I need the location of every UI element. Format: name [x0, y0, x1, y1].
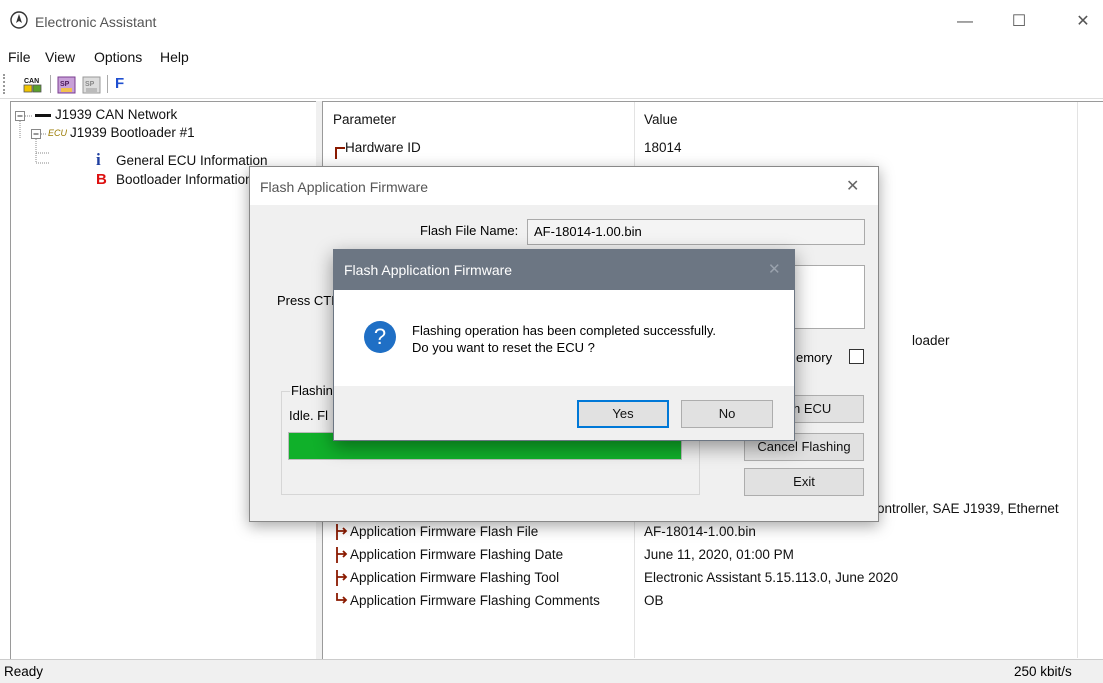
tree-branch-icon — [336, 524, 348, 540]
flash-file-label: Flash File Name: — [420, 223, 519, 238]
toolbar-separator — [50, 75, 51, 93]
toolbar — [0, 70, 1103, 99]
row-param: Application Firmware Flashing Date — [350, 547, 564, 562]
flash-dialog-close[interactable]: ✕ — [846, 176, 859, 196]
maximize-button[interactable]: ☐ — [996, 8, 1042, 36]
row-value: AF-18014-1.00.bin — [644, 524, 756, 539]
window-title: Electronic Assistant — [35, 14, 157, 30]
tree-network[interactable]: J1939 CAN Network — [55, 107, 177, 122]
flash-file-field[interactable]: AF-18014-1.00.bin — [527, 219, 865, 245]
tree-general-info[interactable]: General ECU Information — [116, 153, 268, 168]
message-line-1: Flashing operation has been completed su… — [412, 323, 716, 338]
svg-text:CAN: CAN — [24, 78, 39, 85]
exit-button[interactable]: Exit — [744, 468, 864, 496]
toolbar-grip — [3, 74, 8, 94]
bootloader-icon: B — [96, 171, 107, 188]
message-line-2: Do you want to reset the ECU ? — [412, 340, 595, 355]
tree-branch-icon — [336, 593, 348, 604]
flashing-status-group-label: Flashin — [290, 383, 334, 398]
column-header-value[interactable]: Value — [644, 112, 678, 127]
message-box-title: Flash Application Firmware — [344, 262, 513, 278]
menu-view[interactable]: View — [45, 49, 75, 65]
status-bar — [0, 659, 1103, 683]
row-param: Hardware ID — [345, 140, 421, 155]
flash-dialog-title: Flash Application Firmware — [260, 179, 429, 195]
status-text: Ready — [4, 664, 44, 679]
menu-help[interactable]: Help — [160, 49, 189, 65]
flash-ecu-label: h ECU — [793, 401, 832, 416]
menu-file[interactable]: File — [8, 49, 31, 65]
row-param: Application Firmware Flashing Tool — [350, 570, 560, 585]
baud-rate: 250 kbit/s — [1014, 664, 1072, 679]
info-icon: i — [96, 150, 101, 169]
can-network-icon[interactable]: CAN — [21, 74, 45, 96]
tree-bootloader-info[interactable]: Bootloader Information — [116, 172, 253, 187]
flashing-status-text: Idle. Fl — [289, 408, 329, 423]
tree-branch-icon — [336, 547, 348, 563]
row-value: OB — [644, 593, 664, 608]
message-box-close[interactable]: ✕ — [768, 260, 781, 278]
flash-toolbar-button[interactable]: F — [115, 75, 124, 92]
row-value: ontroller, SAE J1939, Ethernet — [877, 501, 1059, 516]
svg-text:SP: SP — [85, 81, 95, 88]
sp-load-icon[interactable]: SP — [55, 74, 79, 96]
row-param: Application Firmware Flashing Comments — [350, 593, 600, 608]
svg-text:SP: SP — [60, 81, 70, 88]
yes-button[interactable]: Yes — [577, 400, 669, 428]
sp-save-icon[interactable]: SP — [80, 74, 104, 96]
reset-ecu-message-box: Flash Application Firmware ✕ ? Flashing … — [333, 249, 795, 441]
close-button[interactable]: ✕ — [1060, 8, 1103, 36]
question-icon: ? — [364, 321, 396, 353]
tree-branch-icon — [336, 570, 348, 586]
press-ctrl-text: Press CTI — [277, 293, 335, 308]
row-value: loader — [912, 333, 950, 348]
toolbar-separator — [107, 75, 108, 93]
message-box-title-bar: Flash Application Firmware ✕ — [334, 250, 794, 290]
row-value: Electronic Assistant 5.15.113.0, June 20… — [644, 570, 899, 585]
column-header-parameter[interactable]: Parameter — [333, 112, 396, 127]
menu-options[interactable]: Options — [94, 49, 142, 65]
row-param: Application Firmware Flash File — [350, 524, 539, 539]
erase-memory-checkbox[interactable] — [849, 349, 864, 364]
flash-file-value: AF-18014-1.00.bin — [534, 224, 642, 239]
title-bar: Electronic Assistant — ☐ ✕ — [0, 0, 1103, 44]
column-divider — [1077, 102, 1078, 658]
row-value: 18014 — [644, 140, 682, 155]
network-icon — [35, 114, 51, 117]
no-button[interactable]: No — [681, 400, 773, 428]
ecu-icon: ECU — [48, 128, 68, 138]
message-box-footer: Yes No — [334, 386, 794, 440]
app-icon — [10, 11, 28, 29]
tree-bootloader[interactable]: J1939 Bootloader #1 — [70, 125, 195, 140]
row-value: June 11, 2020, 01:00 PM — [644, 547, 794, 562]
minimize-button[interactable]: — — [942, 8, 988, 36]
erase-memory-label: emory — [796, 350, 833, 365]
